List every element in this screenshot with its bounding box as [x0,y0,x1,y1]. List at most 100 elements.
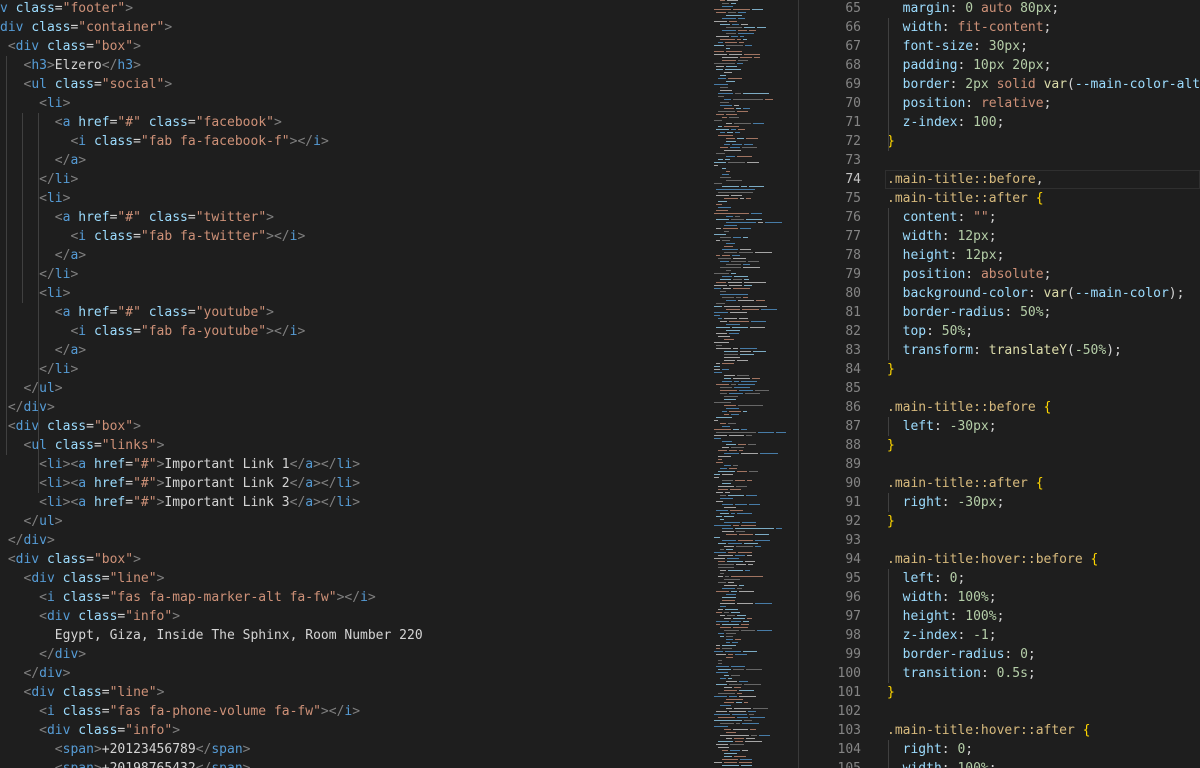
code-line[interactable]: </div> [0,531,55,550]
code-line[interactable]: <div class="line"> [0,569,164,588]
code-line[interactable]: } [887,436,895,455]
minimap-line [722,426,730,427]
minimap-line [730,744,744,745]
code-line[interactable]: border: 2px solid var(--main-color-alt); [887,75,1200,94]
code-line[interactable]: z-index: 100; [887,113,1005,132]
code-line[interactable]: height: 12px; [887,246,1005,265]
code-line[interactable]: .main-title::before, [887,170,1044,189]
code-line[interactable]: } [887,512,895,531]
code-line[interactable]: width: fit-content; [887,18,1052,37]
code-line[interactable]: Egypt, Giza, Inside The Sphinx, Room Num… [0,626,423,645]
code-line[interactable]: <li> [0,94,70,113]
code-line[interactable]: </li> [0,170,78,189]
code-line[interactable]: </a> [0,246,86,265]
code-token: > [94,761,102,768]
code-token: href [93,495,126,510]
code-token: </ [54,343,71,358]
code-line[interactable]: font-size: 30px; [887,37,1028,56]
code-line[interactable]: transform: translateY(-50%); [887,341,1122,360]
code-line[interactable]: <i class="fas fa-phone-volume fa-fw"></i… [0,702,360,721]
code-line[interactable]: left: 0; [887,569,966,588]
code-line[interactable]: width: 100%; [887,759,997,768]
code-line[interactable]: div class="container"> [0,18,172,37]
code-line[interactable]: <li><a href="#">Important Link 1</a></li… [0,455,360,474]
code-line[interactable]: <i class="fab fa-facebook-f"></i> [0,132,328,151]
code-line[interactable]: <a href="#" class="youtube"> [0,303,274,322]
code-line[interactable]: <div class="box"> [0,550,141,569]
line-number: 94 [845,552,861,567]
code-line[interactable]: margin: 0 auto 80px; [887,0,1060,18]
code-line[interactable]: .main-title:hover::before { [887,550,1098,569]
code-line[interactable]: height: 100%; [887,607,1005,626]
code-token: Important Link 2 [164,476,290,491]
code-line[interactable]: </li> [0,360,78,379]
code-line[interactable]: .main-title::after { [887,474,1044,493]
code-line[interactable]: width: 100%; [887,588,997,607]
code-line[interactable]: <li> [0,189,70,208]
code-line[interactable]: top: 50%; [887,322,973,341]
minimap-line [733,237,741,238]
code-line[interactable]: <div class="info"> [0,607,180,626]
code-line[interactable]: <li><a href="#">Important Link 2</a></li… [0,474,360,493]
code-line[interactable]: transition: 0.5s; [887,664,1036,683]
css-editor-pane[interactable]: 65 margin: 0 auto 80px; 66 width: fit-con… [799,0,1200,768]
code-token: 100% [957,590,989,605]
minimap-line [718,717,735,718]
code-line[interactable]: padding: 10px 20px; [887,56,1052,75]
code-line[interactable]: <i class="fas fa-map-marker-alt fa-fw"><… [0,588,376,607]
code-line[interactable]: border-radius: 0; [887,645,1036,664]
code-line[interactable]: </div> [0,645,86,664]
line-number: 89 [845,457,861,472]
code-line[interactable]: .main-title::before { [887,398,1051,417]
code-line[interactable]: <a href="#" class="twitter"> [0,208,274,227]
code-token: li [336,476,353,491]
code-line[interactable]: } [887,683,895,702]
code-line[interactable]: </div> [0,664,70,683]
code-line[interactable]: <div class="line"> [0,683,164,702]
code-line[interactable]: position: relative; [887,94,1052,113]
minimap-line [731,261,746,262]
code-token: li [54,172,71,187]
code-line[interactable]: z-index: -1; [887,626,997,645]
code-line[interactable]: </li> [0,265,78,284]
code-token: : [941,495,958,510]
code-line[interactable]: </ul> [0,512,62,531]
code-token: v [0,1,16,16]
minimap-line [716,228,721,229]
code-line[interactable]: <i class="fab fa-twitter"></i> [0,227,305,246]
code-line[interactable]: </a> [0,151,86,170]
html-editor-pane[interactable]: v class="footer"> div class="container"> … [0,0,710,768]
code-line[interactable]: <div class="box"> [0,37,141,56]
minimap-line [718,93,733,94]
code-line[interactable]: content: ""; [887,208,997,227]
code-line[interactable]: <ul class="links"> [0,436,164,455]
code-line[interactable]: .main-title::after { [887,189,1044,208]
code-line[interactable]: <span>+20198765432</span> [0,759,251,768]
code-line[interactable]: <a href="#" class="facebook"> [0,113,282,132]
code-line[interactable]: <div class="info"> [0,721,180,740]
code-line[interactable]: </ul> [0,379,62,398]
code-line[interactable]: background-color: var(--main-color); [887,284,1185,303]
minimap-line [722,411,727,412]
code-line[interactable]: <h3>Elzero</h3> [0,56,140,75]
code-line[interactable]: left: -30px; [887,417,997,436]
code-line[interactable]: <li><a href="#">Important Link 3</a></li… [0,493,360,512]
code-line[interactable]: position: absolute; [887,265,1052,284]
code-line[interactable]: <div class="box"> [0,417,141,436]
code-line[interactable]: </div> [0,398,55,417]
code-line[interactable]: .main-title:hover::after { [887,721,1091,740]
code-line[interactable]: <ul class="social"> [0,75,172,94]
minimap-line [738,540,753,541]
code-line[interactable]: </a> [0,341,86,360]
code-line[interactable]: } [887,360,895,379]
code-line[interactable]: right: 0; [887,740,973,759]
code-line[interactable]: v class="footer"> [0,0,133,18]
minimap[interactable] [710,0,798,768]
code-line[interactable]: border-radius: 50%; [887,303,1052,322]
code-line[interactable]: <i class="fab fa-youtube"></i> [0,322,305,341]
code-token: </ [289,476,306,491]
code-line[interactable]: <li> [0,284,70,303]
code-line[interactable]: right: -30px; [887,493,1005,512]
code-line[interactable]: <span>+20123456789</span> [0,740,251,759]
code-line[interactable]: width: 12px; [887,227,997,246]
